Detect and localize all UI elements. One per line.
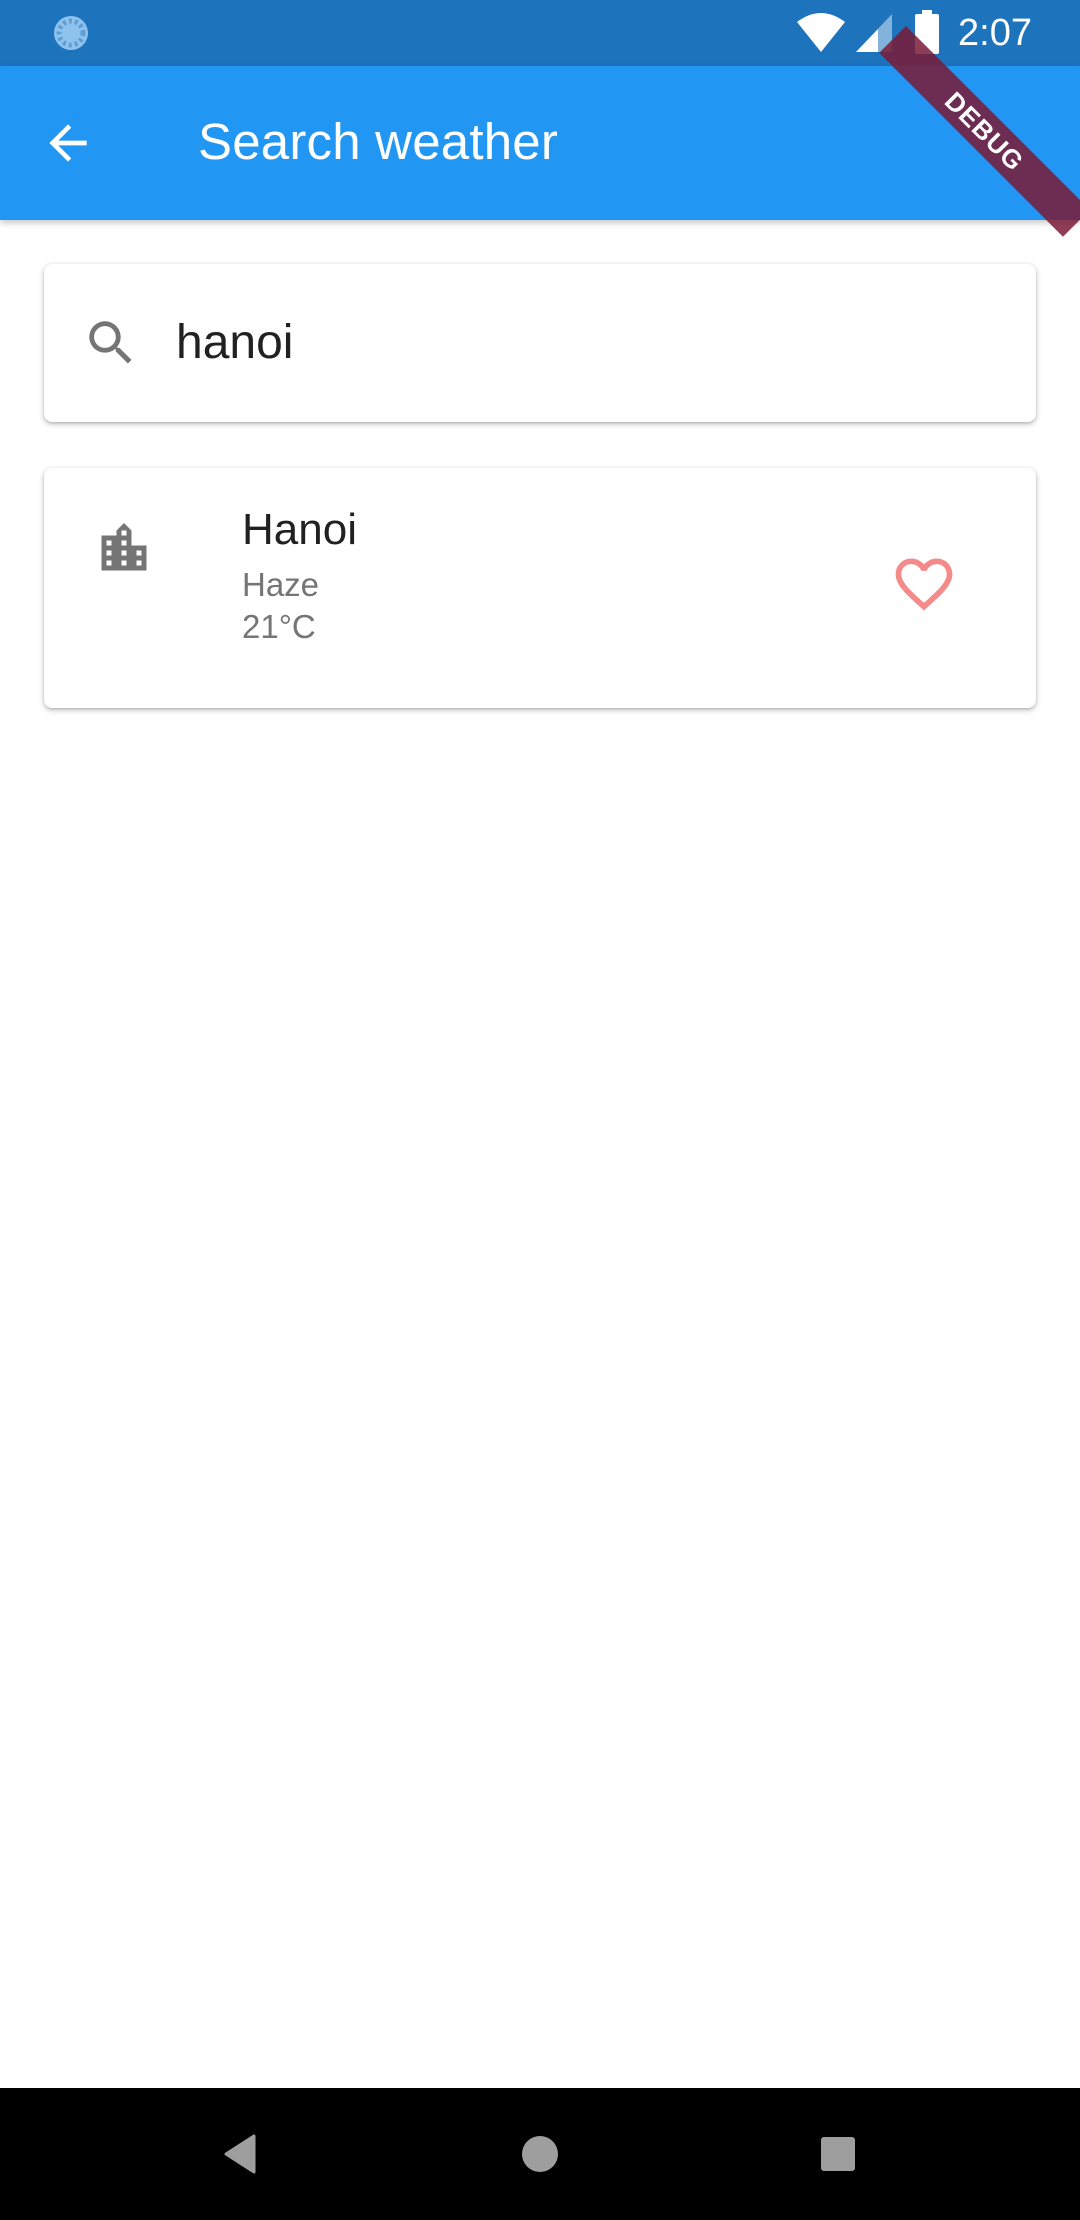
temperature: 21°C — [242, 608, 316, 645]
status-time: 2:07 — [958, 12, 1032, 54]
wifi-icon — [797, 13, 845, 52]
city-buildings-icon — [101, 523, 147, 571]
list-item[interactable]: Hanoi Haze 21°C — [44, 468, 1036, 708]
city-name: Hanoi — [242, 505, 357, 554]
back-triangle-icon[interactable] — [210, 2122, 274, 2186]
navigation-bar — [0, 2088, 1080, 2220]
search-input[interactable] — [176, 302, 996, 382]
weather-condition: Haze — [242, 566, 320, 603]
search-card — [44, 264, 1036, 422]
arrow-back-icon[interactable] — [40, 115, 96, 171]
loading-icon — [54, 16, 88, 50]
search-icon — [89, 321, 132, 364]
heart-outline-icon[interactable] — [890, 550, 958, 618]
page-title: Search weather — [198, 113, 558, 170]
screen: 2:07 Search weather DEBUG Hanoi Haze 21°… — [0, 0, 1080, 2220]
recents-square-icon[interactable] — [806, 2122, 870, 2186]
home-circle-icon[interactable] — [508, 2122, 572, 2186]
